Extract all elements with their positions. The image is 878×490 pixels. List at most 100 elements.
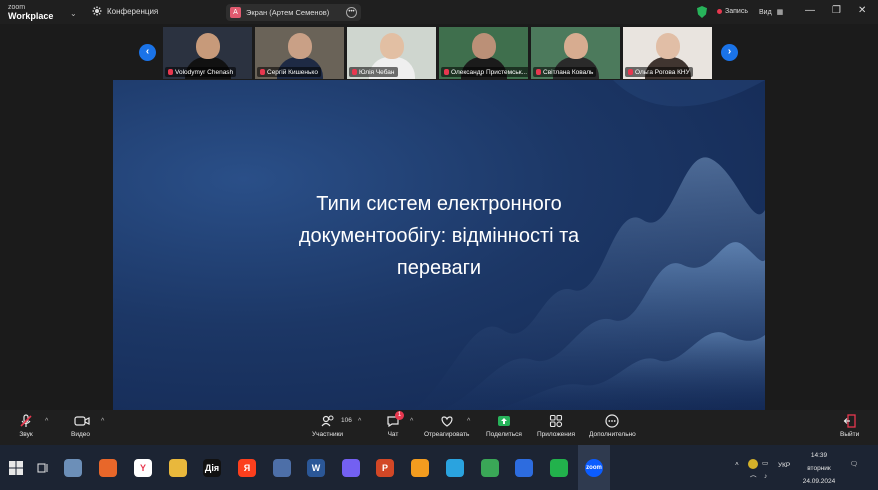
participant-name: Volodymyr Chenash (175, 68, 234, 76)
telegram-icon (446, 458, 464, 477)
windows-logo-icon (9, 460, 23, 475)
view-button[interactable]: Вид ▦ (759, 8, 783, 16)
wifi-icon[interactable]: ⌒ (750, 473, 757, 483)
taskbar-app[interactable]: Y (127, 445, 159, 490)
taskbar-app[interactable] (92, 445, 124, 490)
taskbar-app[interactable] (474, 445, 506, 490)
participants-button[interactable]: Участники (312, 414, 343, 438)
taskbar-app[interactable] (543, 445, 575, 490)
chat-button[interactable]: 1 Чат (386, 411, 404, 438)
task-view-button[interactable] (27, 445, 59, 490)
meeting-info-icon (92, 6, 102, 16)
leave-door-icon (843, 414, 857, 428)
meeting-info-button[interactable]: Конференция (92, 6, 158, 16)
audio-options-caret-icon[interactable]: ^ (45, 418, 48, 425)
zoom-workplace-logo[interactable]: zoom Workplace (8, 3, 53, 21)
tray-app-icon[interactable] (748, 459, 758, 469)
taskbar-app[interactable] (266, 445, 298, 490)
apps-label: Приложения (537, 431, 576, 438)
share-label: Поделиться (486, 431, 522, 438)
save-icon (273, 458, 291, 477)
windows-taskbar: Y Дія Я W Pzoom ˄ ▭ ⌒ ♪ УКР 14:39 вторник 24… (0, 445, 878, 490)
gallery-prev-button[interactable]: ‹ (139, 44, 156, 61)
taskbar-app[interactable] (404, 445, 436, 490)
participant-tile[interactable]: Світлана Коваль (531, 27, 620, 79)
taskbar-app[interactable] (439, 445, 471, 490)
share-screen-button[interactable]: Поделиться (486, 414, 522, 438)
clock-weekday: вторник (807, 465, 831, 472)
chat-icon: 1 (386, 411, 404, 428)
participant-tile[interactable]: Ольга Рогова КНУ (623, 27, 712, 79)
video-options-caret-icon[interactable]: ^ (101, 418, 104, 425)
participant-head (472, 33, 496, 59)
word-icon: W (307, 458, 325, 477)
maximize-icon[interactable]: ❐ (832, 5, 841, 16)
apps-button[interactable]: Приложения (537, 414, 575, 438)
logo-bottom: Workplace (8, 11, 54, 21)
taskbar-app[interactable]: Я (231, 445, 263, 490)
participant-head (196, 33, 220, 59)
taskbar-app[interactable] (335, 445, 367, 490)
video-button[interactable]: Видео (71, 414, 90, 438)
taskbar-app[interactable] (57, 445, 89, 490)
grid-icon: ▦ (776, 9, 784, 16)
participant-head (656, 33, 680, 59)
tray-network-icon[interactable]: ▭ (762, 459, 768, 467)
participant-tile[interactable]: Volodymyr Chenash (163, 27, 252, 79)
slide-title: Типи систем електронного документообігу:… (298, 193, 580, 279)
leave-button[interactable]: Выйти (840, 414, 859, 438)
more-button[interactable]: Дополнительно (589, 414, 636, 438)
react-options-caret-icon[interactable]: ^ (467, 418, 470, 425)
more-icon (605, 414, 619, 428)
task-view-icon (37, 463, 48, 472)
participant-tile[interactable]: Олександр Пристемськ... (439, 27, 528, 79)
clock[interactable]: 14:39 вторник 24.09.2024 (800, 449, 838, 488)
close-icon[interactable]: ✕ (858, 5, 866, 16)
participants-options-caret-icon[interactable]: ^ (358, 418, 361, 425)
muted-mic-icon (260, 69, 265, 75)
heart-icon (440, 414, 454, 428)
meeting-label: Конференция (107, 6, 159, 16)
gallery-next-button[interactable]: › (721, 44, 738, 61)
participant-name: Юлія Чебан (359, 68, 395, 76)
taskbar-app[interactable] (508, 445, 540, 490)
participant-tile[interactable]: Сергій Кишенько (255, 27, 344, 79)
recording-indicator[interactable]: Запись (717, 8, 748, 15)
sharer-avatar: A (230, 7, 241, 18)
encryption-shield-icon[interactable] (697, 6, 707, 18)
zoom-window: zoom Workplace ⌄ Конференция A Экран (Ар… (0, 0, 878, 445)
meeting-toolbar: Звук ^ Видео ^ Участники 106 ^ 1 Чат ^ О… (0, 410, 878, 445)
chat-options-caret-icon[interactable]: ^ (410, 418, 413, 425)
minimize-icon[interactable]: — (805, 5, 815, 16)
view-label: Вид (759, 9, 772, 16)
muted-mic-icon (168, 69, 173, 75)
participant-tile[interactable]: Юлія Чебан (347, 27, 436, 79)
react-button[interactable]: Отреагировать (424, 414, 469, 438)
title-bar: zoom Workplace ⌄ Конференция A Экран (Ар… (0, 0, 878, 24)
video-label: Видео (71, 431, 90, 438)
volume-icon[interactable]: ♪ (764, 473, 767, 480)
chrome-icon (481, 458, 499, 477)
chat-unread-badge: 1 (395, 411, 404, 420)
muted-mic-icon (444, 69, 449, 75)
taskbar-app[interactable]: W (300, 445, 332, 490)
more-options-icon[interactable]: ••• (346, 7, 357, 18)
taskbar-app[interactable]: Дія (196, 445, 228, 490)
participant-name-tag: Ольга Рогова КНУ (625, 67, 693, 77)
taskbar-app[interactable] (162, 445, 194, 490)
participant-name-tag: Сергій Кишенько (257, 67, 321, 77)
screen-share-indicator[interactable]: A Экран (Артем Семенов) ••• (226, 4, 361, 21)
taskbar-app[interactable]: zoom (578, 445, 610, 490)
chevron-down-icon[interactable]: ⌄ (70, 9, 77, 18)
audio-button[interactable]: Звук (19, 414, 33, 438)
powerpoint-icon: P (376, 458, 394, 477)
participant-name: Олександр Пристемськ... (451, 68, 528, 76)
tray-overflow-icon[interactable]: ˄ (735, 461, 739, 468)
dropbox-icon (515, 458, 533, 477)
keyboard-language[interactable]: УКР (778, 462, 790, 469)
taskbar-app[interactable]: P (369, 445, 401, 490)
shared-slide: Типи систем електронного документообігу:… (113, 80, 765, 410)
notifications-icon[interactable]: 🗨 (850, 460, 858, 468)
apps-grid-icon (549, 414, 563, 428)
yandex-browser-icon: Y (134, 458, 152, 477)
